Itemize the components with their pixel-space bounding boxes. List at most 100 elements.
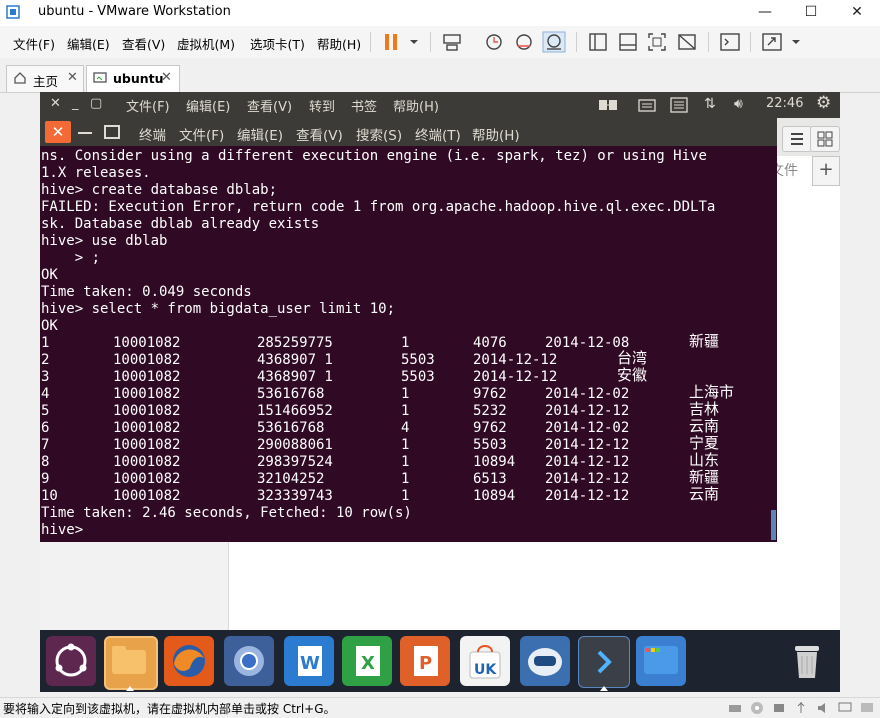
fullscreen-icon[interactable] xyxy=(645,31,669,53)
tab-bar: 主页 ✕ ubuntu ✕ xyxy=(0,58,880,93)
minimize-icon[interactable] xyxy=(78,132,92,134)
cell-item-id: 285259775 xyxy=(257,335,333,351)
menu-tabs[interactable]: 选项卡(T) xyxy=(250,34,305,53)
chromium-icon[interactable] xyxy=(224,636,274,686)
firefox-icon[interactable] xyxy=(164,636,214,686)
snapshot-manager-icon[interactable] xyxy=(542,31,566,53)
panel-menu-bookmarks[interactable]: 书签 xyxy=(351,96,377,115)
menu-view[interactable]: 查看(V) xyxy=(122,34,165,53)
panel-menu-help[interactable]: 帮助(H) xyxy=(393,96,439,115)
tab-home[interactable]: 主页 ✕ xyxy=(6,65,84,92)
terminal-menu-edit[interactable]: 编辑(E) xyxy=(237,124,283,144)
maximize-button[interactable]: ☐ xyxy=(788,0,834,26)
minimize-icon[interactable]: _ xyxy=(72,96,79,111)
cell-item-id: 32104252 xyxy=(257,471,325,487)
svg-text:X: X xyxy=(361,653,375,674)
terminal-scrollbar[interactable] xyxy=(771,510,776,540)
ubuntu-software-icon[interactable]: UK xyxy=(460,636,510,686)
sidebar-toggle-icon[interactable] xyxy=(586,31,610,53)
trash-icon[interactable] xyxy=(782,636,832,686)
terminal-line: hive> xyxy=(41,522,84,538)
running-indicator xyxy=(600,686,608,691)
cell-id: 8 xyxy=(41,454,50,470)
chevron-down-icon[interactable] xyxy=(402,31,426,53)
cd-drive-icon[interactable] xyxy=(750,701,764,715)
snapshot-icon[interactable] xyxy=(482,31,506,53)
sound-card-icon[interactable] xyxy=(816,701,830,715)
panel-clock[interactable]: 22:46 xyxy=(766,96,803,111)
terminal-header: ✕ 终端 文件(F) 编辑(E) 查看(V) 搜索(S) 终端(T) 帮助(H) xyxy=(40,118,777,146)
terminal-menu-file[interactable]: 文件(F) xyxy=(179,124,224,144)
close-icon[interactable]: ✕ xyxy=(67,70,78,85)
window-title: ubuntu - VMware Workstation xyxy=(38,4,231,19)
network-adapter-icon[interactable] xyxy=(772,701,786,715)
terminal-output[interactable]: ns. Consider using a different execution… xyxy=(40,148,770,540)
send-keys-icon[interactable] xyxy=(440,31,464,53)
minimize-button[interactable]: — xyxy=(742,0,788,26)
guest-screen[interactable]: ✕ _ ▢ 文件(F) 编辑(E) 查看(V) 转到 书签 帮助(H) ⇅ 🔊︎… xyxy=(40,92,840,692)
close-icon[interactable]: ✕ xyxy=(161,70,172,85)
close-icon[interactable]: ✕ xyxy=(45,121,71,143)
maximize-icon[interactable] xyxy=(104,125,120,139)
cell-user-id: 10001082 xyxy=(113,420,181,436)
menu-file[interactable]: 文件(F) xyxy=(13,34,55,53)
menu-help[interactable]: 帮助(H) xyxy=(317,34,361,53)
impress-icon[interactable]: P xyxy=(400,636,450,686)
panel-menu-file[interactable]: 文件(F) xyxy=(126,96,170,115)
new-tab-button[interactable]: + xyxy=(812,156,840,186)
grid-icon xyxy=(817,131,833,147)
terminal-menu-terminal[interactable]: 终端(T) xyxy=(415,124,461,144)
panel-menu-go[interactable]: 转到 xyxy=(309,96,335,115)
window-titlebar: ubuntu - VMware Workstation — ☐ ✕ xyxy=(0,0,880,27)
vmware-tools-icon[interactable] xyxy=(598,98,618,112)
console-view-icon[interactable] xyxy=(718,31,742,53)
usb-icon[interactable] xyxy=(794,701,808,715)
volume-icon[interactable]: 🔊︎ xyxy=(734,96,743,112)
display-icon[interactable] xyxy=(838,701,852,715)
list-view-button[interactable] xyxy=(782,126,812,152)
grid-view-button[interactable] xyxy=(810,126,840,152)
cell-category: 4076 xyxy=(473,335,507,351)
panel-menu-edit[interactable]: 编辑(E) xyxy=(186,96,230,115)
tab-ubuntu[interactable]: ubuntu ✕ xyxy=(86,65,180,92)
cell-province: 安徽 xyxy=(617,366,648,384)
writer-icon[interactable]: W xyxy=(284,636,334,686)
message-icon[interactable] xyxy=(860,701,874,715)
toolbar-separator xyxy=(750,32,751,52)
terminal-icon[interactable] xyxy=(578,636,630,688)
calc-icon[interactable]: X xyxy=(342,636,392,686)
menu-edit[interactable]: 编辑(E) xyxy=(67,34,110,53)
hard-disk-icon[interactable] xyxy=(728,701,742,715)
ubuntu-dash-icon[interactable] xyxy=(46,636,96,686)
terminal-menu-search[interactable]: 搜索(S) xyxy=(356,124,402,144)
thumbnail-bar-icon[interactable] xyxy=(616,31,640,53)
panel-menu-view[interactable]: 查看(V) xyxy=(247,96,292,115)
menu-vm[interactable]: 虚拟机(M) xyxy=(177,34,235,53)
input-method-icon[interactable] xyxy=(670,97,688,113)
cell-province: 吉林 xyxy=(689,400,720,418)
gear-icon[interactable]: ⚙ xyxy=(816,93,831,113)
restore-icon[interactable]: ▢ xyxy=(90,96,102,111)
revert-snapshot-icon[interactable] xyxy=(512,31,536,53)
cell-behavior: 4 xyxy=(401,420,410,436)
terminal-window[interactable]: ✕ 终端 文件(F) 编辑(E) 查看(V) 搜索(S) 终端(T) 帮助(H)… xyxy=(40,118,777,542)
cell-item-id: 298397524 xyxy=(257,454,333,470)
cell-province: 台湾 xyxy=(617,349,648,367)
close-button[interactable]: ✕ xyxy=(834,0,880,26)
terminal-menu-view[interactable]: 查看(V) xyxy=(296,124,343,144)
tab-ubuntu-label: ubuntu xyxy=(113,71,164,86)
files-icon[interactable] xyxy=(104,636,158,690)
close-icon[interactable]: ✕ xyxy=(50,96,61,111)
terminal-menu-help[interactable]: 帮助(H) xyxy=(472,124,520,144)
cell-behavior: 1 xyxy=(401,335,410,351)
stretch-guest-icon[interactable] xyxy=(760,31,784,53)
workspace-switcher-icon[interactable] xyxy=(636,636,686,686)
status-bar: 要将输入定向到该虚拟机，请在虚拟机内部单击或按 Ctrl+G。 xyxy=(0,697,880,718)
network-icon[interactable]: ⇅ xyxy=(704,96,716,112)
amazon-icon[interactable] xyxy=(520,636,570,686)
keyboard-icon[interactable] xyxy=(638,97,656,113)
chevron-down-icon[interactable] xyxy=(784,31,808,53)
cell-item-id: 290088061 xyxy=(257,437,333,453)
unity-mode-icon[interactable] xyxy=(675,31,699,53)
pause-icon[interactable] xyxy=(380,31,404,53)
